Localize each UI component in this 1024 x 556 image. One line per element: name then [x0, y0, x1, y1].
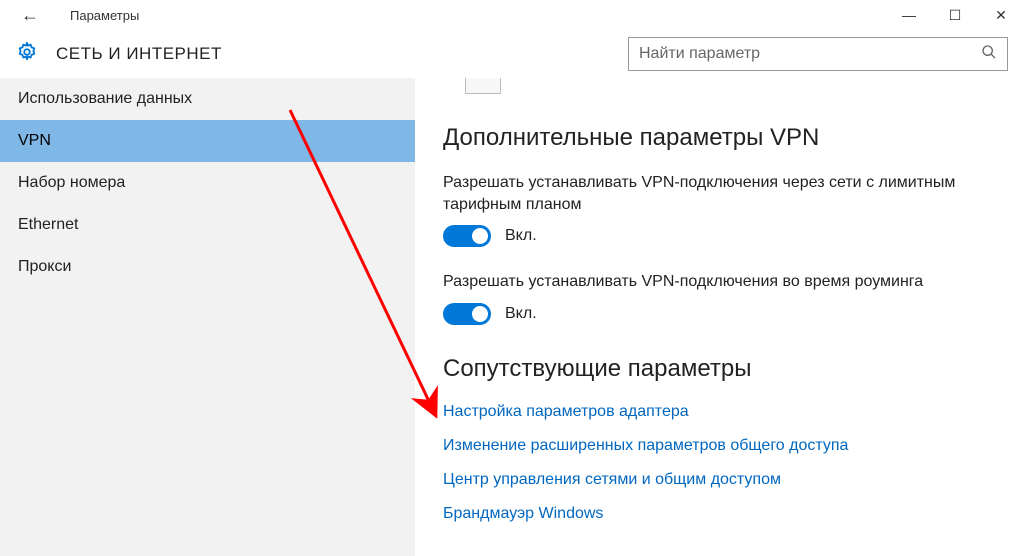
minimize-button[interactable]: —	[886, 0, 932, 30]
gear-icon	[16, 41, 38, 67]
page-title: СЕТЬ И ИНТЕРНЕТ	[56, 44, 628, 64]
setting-metered-toggle-row: Вкл.	[443, 225, 996, 247]
content: Дополнительные параметры VPN Разрешать у…	[415, 78, 1024, 556]
setting-roaming-toggle-row: Вкл.	[443, 303, 996, 325]
search-input[interactable]	[639, 45, 981, 63]
body: Использование данных VPN Набор номера Et…	[0, 78, 1024, 556]
section-advanced-vpn-title: Дополнительные параметры VPN	[443, 124, 996, 152]
header: СЕТЬ И ИНТЕРНЕТ	[0, 30, 1024, 78]
toggle-knob	[472, 306, 488, 322]
maximize-button[interactable]: ☐	[932, 0, 978, 30]
sidebar: Использование данных VPN Набор номера Et…	[0, 78, 415, 556]
link-adapter-settings[interactable]: Настройка параметров адаптера	[443, 403, 996, 421]
back-button[interactable]: ←	[10, 5, 50, 26]
setting-roaming-label: Разрешать устанавливать VPN-подключения …	[443, 271, 996, 293]
sidebar-item-proxy[interactable]: Прокси	[0, 246, 415, 288]
link-advanced-sharing[interactable]: Изменение расширенных параметров общего …	[443, 437, 996, 455]
sidebar-item-data-usage[interactable]: Использование данных	[0, 78, 415, 120]
setting-metered: Разрешать устанавливать VPN-подключения …	[443, 172, 996, 247]
setting-metered-label: Разрешать устанавливать VPN-подключения …	[443, 172, 996, 215]
search-box[interactable]	[628, 37, 1008, 71]
toggle-knob	[472, 228, 488, 244]
toggle-metered[interactable]	[443, 225, 491, 247]
partial-cutoff-box	[465, 78, 501, 94]
toggle-roaming-state: Вкл.	[505, 305, 537, 323]
close-button[interactable]: ✕	[978, 0, 1024, 30]
search-icon	[981, 44, 997, 64]
sidebar-item-vpn[interactable]: VPN	[0, 120, 415, 162]
link-firewall[interactable]: Брандмауэр Windows	[443, 505, 996, 523]
link-network-center[interactable]: Центр управления сетями и общим доступом	[443, 471, 996, 489]
setting-roaming: Разрешать устанавливать VPN-подключения …	[443, 271, 996, 325]
section-related-title: Сопутствующие параметры	[443, 355, 996, 383]
sidebar-item-ethernet[interactable]: Ethernet	[0, 204, 415, 246]
toggle-roaming[interactable]	[443, 303, 491, 325]
window-controls: — ☐ ✕	[886, 0, 1024, 30]
sidebar-item-dialup[interactable]: Набор номера	[0, 162, 415, 204]
window-title: Параметры	[50, 8, 886, 23]
toggle-metered-state: Вкл.	[505, 227, 537, 245]
titlebar: ← Параметры — ☐ ✕	[0, 0, 1024, 30]
